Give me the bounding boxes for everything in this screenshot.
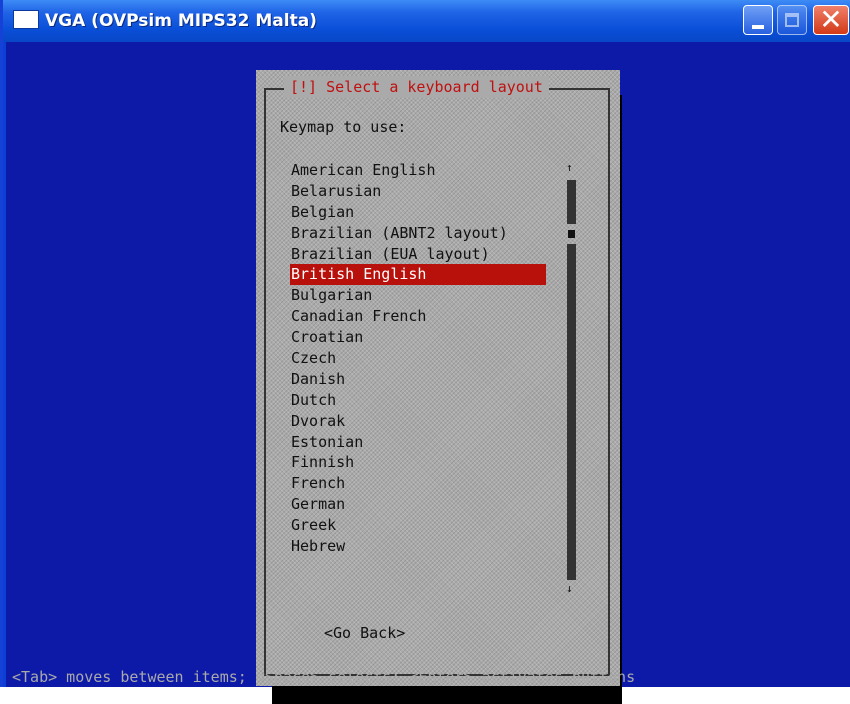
minimize-button[interactable] [743, 5, 773, 35]
keymap-item[interactable]: British English [290, 264, 546, 286]
keymap-item[interactable]: Greek [290, 515, 550, 536]
keymap-item[interactable]: Czech [290, 348, 550, 369]
status-hint: <Tab> moves between items; <Space> selec… [12, 668, 636, 686]
keymap-item[interactable]: Croatian [290, 327, 550, 348]
scroll-up-arrow-icon[interactable]: ↑ [566, 162, 573, 174]
title-bar[interactable]: VGA (OVPsim MIPS32 Malta) ✕ [3, 0, 850, 42]
scroll-down-arrow-icon[interactable]: ↓ [566, 583, 573, 595]
minimize-icon [752, 25, 764, 29]
keymap-item[interactable]: Dvorak [290, 411, 550, 432]
close-button[interactable]: ✕ [813, 3, 849, 36]
keymap-item[interactable]: Belgian [290, 202, 550, 223]
console-screen: [!] Select a keyboard layout Keymap to u… [6, 42, 850, 704]
vga-window-icon [13, 10, 39, 29]
keymap-item[interactable]: Brazilian (ABNT2 layout) [290, 223, 550, 244]
window-title: VGA (OVPsim MIPS32 Malta) [45, 11, 317, 31]
scrollbar[interactable] [567, 180, 576, 580]
keymap-item[interactable]: Bulgarian [290, 285, 550, 306]
keymap-item[interactable]: Estonian [290, 432, 550, 453]
keymap-item[interactable]: Brazilian (EUA layout) [290, 244, 550, 265]
dialog-title: [!] Select a keyboard layout [284, 76, 549, 98]
keymap-item[interactable]: Canadian French [290, 306, 550, 327]
keyboard-layout-dialog: [!] Select a keyboard layout Keymap to u… [256, 70, 620, 686]
keymap-item[interactable]: Danish [290, 369, 550, 390]
keymap-item[interactable]: Hebrew [290, 536, 550, 557]
keymap-prompt: Keymap to use: [280, 118, 407, 136]
keymap-item[interactable]: French [290, 473, 550, 494]
close-icon: ✕ [819, 3, 843, 36]
keymap-item[interactable]: German [290, 494, 550, 515]
keymap-item[interactable]: Finnish [290, 452, 550, 473]
keymap-item[interactable]: Belarusian [290, 181, 550, 202]
keymap-item[interactable]: Dutch [290, 390, 550, 411]
maximize-icon [785, 13, 799, 27]
scrollbar-track-lower [567, 244, 576, 580]
scrollbar-track-upper [567, 180, 576, 224]
scrollbar-thumb[interactable] [568, 230, 575, 238]
keymap-item[interactable]: American English [290, 160, 550, 181]
go-back-button[interactable]: <Go Back> [324, 624, 405, 642]
maximize-button[interactable] [777, 5, 807, 35]
emulator-window: VGA (OVPsim MIPS32 Malta) ✕ [!] Select a… [0, 0, 850, 704]
keymap-list[interactable]: American English Belarusian Belgian Brazili… [290, 160, 550, 557]
